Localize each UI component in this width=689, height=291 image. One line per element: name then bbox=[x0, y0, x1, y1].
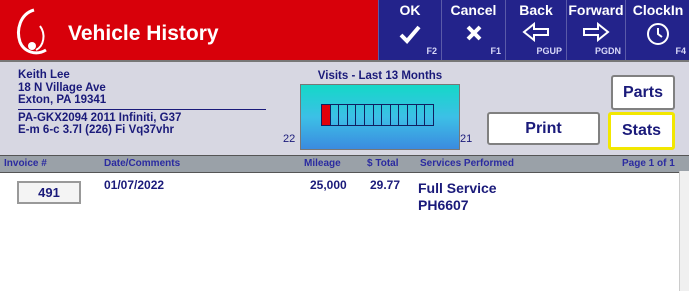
stats-button[interactable]: Stats bbox=[608, 112, 675, 150]
service-name: Full Service bbox=[418, 180, 497, 196]
forward-shortcut: PGDN bbox=[594, 46, 621, 56]
vertical-scrollbar[interactable] bbox=[679, 171, 689, 291]
parts-button[interactable]: Parts bbox=[611, 75, 675, 110]
cancel-label: Cancel bbox=[450, 2, 497, 18]
visit-month-bar bbox=[381, 104, 390, 126]
visits-bars bbox=[321, 104, 434, 126]
visit-month-bar bbox=[372, 104, 382, 126]
page-title: Vehicle History bbox=[68, 22, 219, 45]
back-shortcut: PGUP bbox=[536, 46, 562, 56]
print-button[interactable]: Print bbox=[487, 112, 600, 145]
visits-chart bbox=[300, 84, 460, 150]
customer-name: Keith Lee bbox=[18, 69, 70, 81]
visit-month-bar bbox=[329, 104, 339, 126]
row-mileage: 25,000 bbox=[310, 178, 347, 192]
visit-month-bar bbox=[424, 104, 434, 126]
ok-button[interactable]: OK F2 bbox=[378, 0, 441, 60]
customer-address-line2: Exton, PA 19341 bbox=[18, 94, 107, 106]
forward-button[interactable]: Forward PGDN bbox=[566, 0, 625, 60]
app-logo-icon bbox=[17, 8, 47, 55]
visits-start-label: 22 bbox=[283, 133, 296, 145]
col-invoice: Invoice # bbox=[4, 158, 47, 169]
visit-month-bar bbox=[398, 104, 408, 126]
customer-address-line1: 18 N Village Ave bbox=[18, 81, 106, 94]
vehicle-description: PA-GKX2094 2011 Infiniti, G37 bbox=[18, 111, 182, 124]
visit-month-bar bbox=[407, 104, 416, 126]
visit-month-bar bbox=[338, 104, 347, 126]
vehicle-info-panel: Keith Lee 18 N Village Ave Exton, PA 193… bbox=[0, 60, 689, 157]
visits-chart-title: Visits - Last 13 Months bbox=[317, 70, 443, 82]
forward-label: Forward bbox=[568, 2, 624, 18]
visit-month-bar bbox=[415, 104, 425, 126]
cancel-x-icon bbox=[442, 22, 505, 49]
cancel-shortcut: F1 bbox=[490, 46, 501, 56]
back-button[interactable]: Back PGUP bbox=[505, 0, 566, 60]
visits-end-label: 21 bbox=[460, 133, 473, 145]
engine-description: E-m 6-c 3.7l (226) Fi Vq37vhr bbox=[18, 124, 174, 136]
divider bbox=[18, 108, 266, 110]
visit-month-bar bbox=[321, 104, 330, 126]
col-date: Date/Comments bbox=[104, 158, 181, 169]
clockin-button[interactable]: ClockIn F4 bbox=[625, 0, 689, 60]
ok-shortcut: F2 bbox=[426, 46, 437, 56]
title-bar: Vehicle History OK F2 Cancel F1 Back PGU… bbox=[0, 0, 689, 60]
ok-label: OK bbox=[399, 2, 421, 18]
clockin-label: ClockIn bbox=[632, 2, 684, 18]
col-mileage: Mileage bbox=[304, 158, 341, 169]
visit-month-bar bbox=[355, 104, 365, 126]
cancel-button[interactable]: Cancel F1 bbox=[441, 0, 505, 60]
clockin-shortcut: F4 bbox=[675, 46, 686, 56]
arrow-right-icon bbox=[567, 21, 625, 47]
row-services: Full Service PH6607 bbox=[418, 180, 497, 214]
invoice-button[interactable]: 491 bbox=[17, 181, 81, 204]
row-total: 29.77 bbox=[370, 178, 401, 192]
col-services: Services Performed bbox=[420, 158, 514, 169]
visit-month-bar bbox=[346, 104, 356, 126]
row-date: 01/07/2022 bbox=[104, 178, 165, 192]
service-part: PH6607 bbox=[418, 197, 469, 213]
visit-month-bar bbox=[389, 104, 399, 126]
history-column-header: Invoice # Date/Comments Mileage $ Total … bbox=[0, 155, 689, 173]
customer-info: Keith Lee 18 N Village Ave Exton, PA 193… bbox=[18, 69, 266, 137]
back-label: Back bbox=[519, 2, 553, 18]
col-total: $ Total bbox=[367, 158, 399, 169]
arrow-left-icon bbox=[506, 21, 566, 47]
page-indicator: Page 1 of 1 bbox=[622, 158, 675, 169]
visit-month-bar bbox=[364, 104, 373, 126]
